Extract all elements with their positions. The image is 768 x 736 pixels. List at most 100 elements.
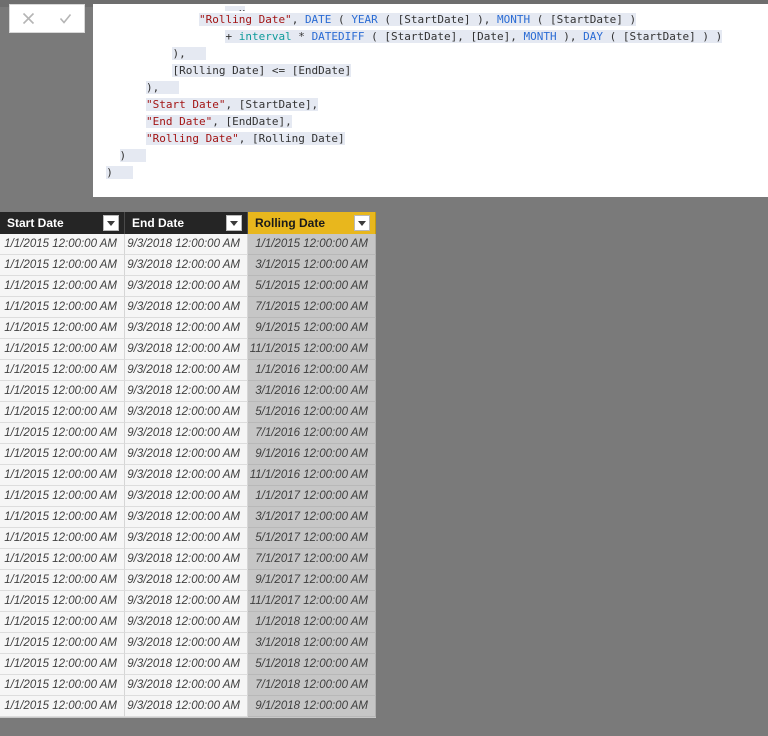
table-cell[interactable]: 7/1/2015 12:00:00 AM [248,297,376,318]
grid-body[interactable]: 1/1/2015 12:00:00 AM 9/3/2018 12:00:00 AM… [0,234,376,717]
table-cell[interactable]: 1/1/2015 12:00:00 AM [0,297,125,318]
table-cell[interactable]: 1/1/2015 12:00:00 AM [0,696,125,717]
table-cell[interactable]: 9/1/2018 12:00:00 AM [248,696,376,717]
table-cell[interactable]: 9/3/2018 12:00:00 AM [125,486,248,507]
table-row[interactable]: 1/1/2015 12:00:00 AM 9/3/2018 12:00:00 AM… [0,549,376,570]
table-cell[interactable]: 1/1/2015 12:00:00 AM [0,444,125,465]
table-cell[interactable]: 9/3/2018 12:00:00 AM [125,696,248,717]
table-cell[interactable]: 9/3/2018 12:00:00 AM [125,381,248,402]
commit-button[interactable] [51,6,81,32]
table-cell[interactable]: 1/1/2015 12:00:00 AM [0,255,125,276]
table-cell[interactable]: 9/3/2018 12:00:00 AM [125,444,248,465]
table-cell[interactable]: 1/1/2015 12:00:00 AM [0,591,125,612]
table-cell[interactable]: 1/1/2015 12:00:00 AM [0,486,125,507]
table-row[interactable]: 1/1/2015 12:00:00 AM 9/3/2018 12:00:00 AM… [0,423,376,444]
table-cell[interactable]: 11/1/2017 12:00:00 AM [248,591,376,612]
table-cell[interactable]: 9/3/2018 12:00:00 AM [125,549,248,570]
table-cell[interactable]: 1/1/2016 12:00:00 AM [248,360,376,381]
table-cell[interactable]: 3/1/2016 12:00:00 AM [248,381,376,402]
table-cell[interactable]: 7/1/2017 12:00:00 AM [248,549,376,570]
table-row[interactable]: 1/1/2015 12:00:00 AM 9/3/2018 12:00:00 AM… [0,654,376,675]
table-cell[interactable]: 1/1/2015 12:00:00 AM [0,528,125,549]
table-cell[interactable]: 1/1/2015 12:00:00 AM [0,654,125,675]
table-row[interactable]: 1/1/2015 12:00:00 AM 9/3/2018 12:00:00 AM… [0,339,376,360]
table-cell[interactable]: 9/3/2018 12:00:00 AM [125,507,248,528]
table-cell[interactable]: 1/1/2015 12:00:00 AM [0,339,125,360]
table-row[interactable]: 1/1/2015 12:00:00 AM 9/3/2018 12:00:00 AM… [0,465,376,486]
table-cell[interactable]: 1/1/2015 12:00:00 AM [0,612,125,633]
chevron-down-icon[interactable] [103,215,119,231]
table-cell[interactable]: 9/1/2016 12:00:00 AM [248,444,376,465]
table-cell[interactable]: 1/1/2015 12:00:00 AM [0,318,125,339]
dax-formula-editor[interactable]: , x "Rolling Date", DATE ( YEAR ( [Start… [93,4,768,197]
column-header-end-date[interactable]: End Date [125,212,248,234]
dax-formula-code[interactable]: , x "Rolling Date", DATE ( YEAR ( [Start… [93,4,768,181]
table-cell[interactable]: 1/1/2017 12:00:00 AM [248,486,376,507]
data-preview-grid[interactable]: Start Date End Date Rolling Date 1/1/2015 … [0,212,376,718]
table-row[interactable]: 1/1/2015 12:00:00 AM 9/3/2018 12:00:00 AM… [0,528,376,549]
table-row[interactable]: 1/1/2015 12:00:00 AM 9/3/2018 12:00:00 AM… [0,696,376,717]
table-cell[interactable]: 9/3/2018 12:00:00 AM [125,276,248,297]
table-row[interactable]: 1/1/2015 12:00:00 AM 9/3/2018 12:00:00 AM… [0,612,376,633]
table-cell[interactable]: 1/1/2015 12:00:00 AM [0,234,125,255]
table-cell[interactable]: 5/1/2016 12:00:00 AM [248,402,376,423]
table-cell[interactable]: 9/3/2018 12:00:00 AM [125,234,248,255]
table-cell[interactable]: 9/1/2015 12:00:00 AM [248,318,376,339]
table-cell[interactable]: 9/3/2018 12:00:00 AM [125,255,248,276]
table-cell[interactable]: 1/1/2015 12:00:00 AM [0,402,125,423]
table-cell[interactable]: 9/3/2018 12:00:00 AM [125,297,248,318]
table-row[interactable]: 1/1/2015 12:00:00 AM 9/3/2018 12:00:00 AM… [0,507,376,528]
table-cell[interactable]: 9/3/2018 12:00:00 AM [125,570,248,591]
table-cell[interactable]: 3/1/2018 12:00:00 AM [248,633,376,654]
table-cell[interactable]: 11/1/2015 12:00:00 AM [248,339,376,360]
table-cell[interactable]: 9/1/2017 12:00:00 AM [248,570,376,591]
table-cell[interactable]: 3/1/2017 12:00:00 AM [248,507,376,528]
table-cell[interactable]: 1/1/2018 12:00:00 AM [248,612,376,633]
table-cell[interactable]: 5/1/2017 12:00:00 AM [248,528,376,549]
table-row[interactable]: 1/1/2015 12:00:00 AM 9/3/2018 12:00:00 AM… [0,234,376,255]
table-cell[interactable]: 9/3/2018 12:00:00 AM [125,654,248,675]
table-cell[interactable]: 5/1/2015 12:00:00 AM [248,276,376,297]
table-cell[interactable]: 9/3/2018 12:00:00 AM [125,360,248,381]
table-cell[interactable]: 7/1/2016 12:00:00 AM [248,423,376,444]
table-cell[interactable]: 9/3/2018 12:00:00 AM [125,318,248,339]
table-cell[interactable]: 9/3/2018 12:00:00 AM [125,339,248,360]
table-row[interactable]: 1/1/2015 12:00:00 AM 9/3/2018 12:00:00 AM… [0,633,376,654]
table-cell[interactable]: 9/3/2018 12:00:00 AM [125,465,248,486]
table-row[interactable]: 1/1/2015 12:00:00 AM 9/3/2018 12:00:00 AM… [0,297,376,318]
table-cell[interactable]: 9/3/2018 12:00:00 AM [125,612,248,633]
table-cell[interactable]: 9/3/2018 12:00:00 AM [125,528,248,549]
table-cell[interactable]: 11/1/2016 12:00:00 AM [248,465,376,486]
chevron-down-icon[interactable] [226,215,242,231]
table-row[interactable]: 1/1/2015 12:00:00 AM 9/3/2018 12:00:00 AM… [0,276,376,297]
table-row[interactable]: 1/1/2015 12:00:00 AM 9/3/2018 12:00:00 AM… [0,402,376,423]
table-row[interactable]: 1/1/2015 12:00:00 AM 9/3/2018 12:00:00 AM… [0,570,376,591]
table-row[interactable]: 1/1/2015 12:00:00 AM 9/3/2018 12:00:00 AM… [0,444,376,465]
table-cell[interactable]: 9/3/2018 12:00:00 AM [125,591,248,612]
cancel-button[interactable] [14,6,44,32]
column-header-rolling-date[interactable]: Rolling Date [248,212,376,234]
table-row[interactable]: 1/1/2015 12:00:00 AM 9/3/2018 12:00:00 AM… [0,675,376,696]
table-cell[interactable]: 1/1/2015 12:00:00 AM [0,360,125,381]
table-cell[interactable]: 1/1/2015 12:00:00 AM [0,465,125,486]
table-cell[interactable]: 7/1/2018 12:00:00 AM [248,675,376,696]
table-row[interactable]: 1/1/2015 12:00:00 AM 9/3/2018 12:00:00 AM… [0,255,376,276]
table-row[interactable]: 1/1/2015 12:00:00 AM 9/3/2018 12:00:00 AM… [0,360,376,381]
table-cell[interactable]: 1/1/2015 12:00:00 AM [0,507,125,528]
table-cell[interactable]: 9/3/2018 12:00:00 AM [125,402,248,423]
table-cell[interactable]: 1/1/2015 12:00:00 AM [248,234,376,255]
table-cell[interactable]: 1/1/2015 12:00:00 AM [0,381,125,402]
table-cell[interactable]: 9/3/2018 12:00:00 AM [125,633,248,654]
table-cell[interactable]: 5/1/2018 12:00:00 AM [248,654,376,675]
table-cell[interactable]: 1/1/2015 12:00:00 AM [0,549,125,570]
table-cell[interactable]: 1/1/2015 12:00:00 AM [0,570,125,591]
table-cell[interactable]: 1/1/2015 12:00:00 AM [0,423,125,444]
table-cell[interactable]: 1/1/2015 12:00:00 AM [0,675,125,696]
table-cell[interactable]: 9/3/2018 12:00:00 AM [125,423,248,444]
table-row[interactable]: 1/1/2015 12:00:00 AM 9/3/2018 12:00:00 AM… [0,486,376,507]
table-row[interactable]: 1/1/2015 12:00:00 AM 9/3/2018 12:00:00 AM… [0,381,376,402]
table-cell[interactable]: 1/1/2015 12:00:00 AM [0,276,125,297]
table-cell[interactable]: 1/1/2015 12:00:00 AM [0,633,125,654]
table-cell[interactable]: 3/1/2015 12:00:00 AM [248,255,376,276]
table-row[interactable]: 1/1/2015 12:00:00 AM 9/3/2018 12:00:00 AM… [0,591,376,612]
